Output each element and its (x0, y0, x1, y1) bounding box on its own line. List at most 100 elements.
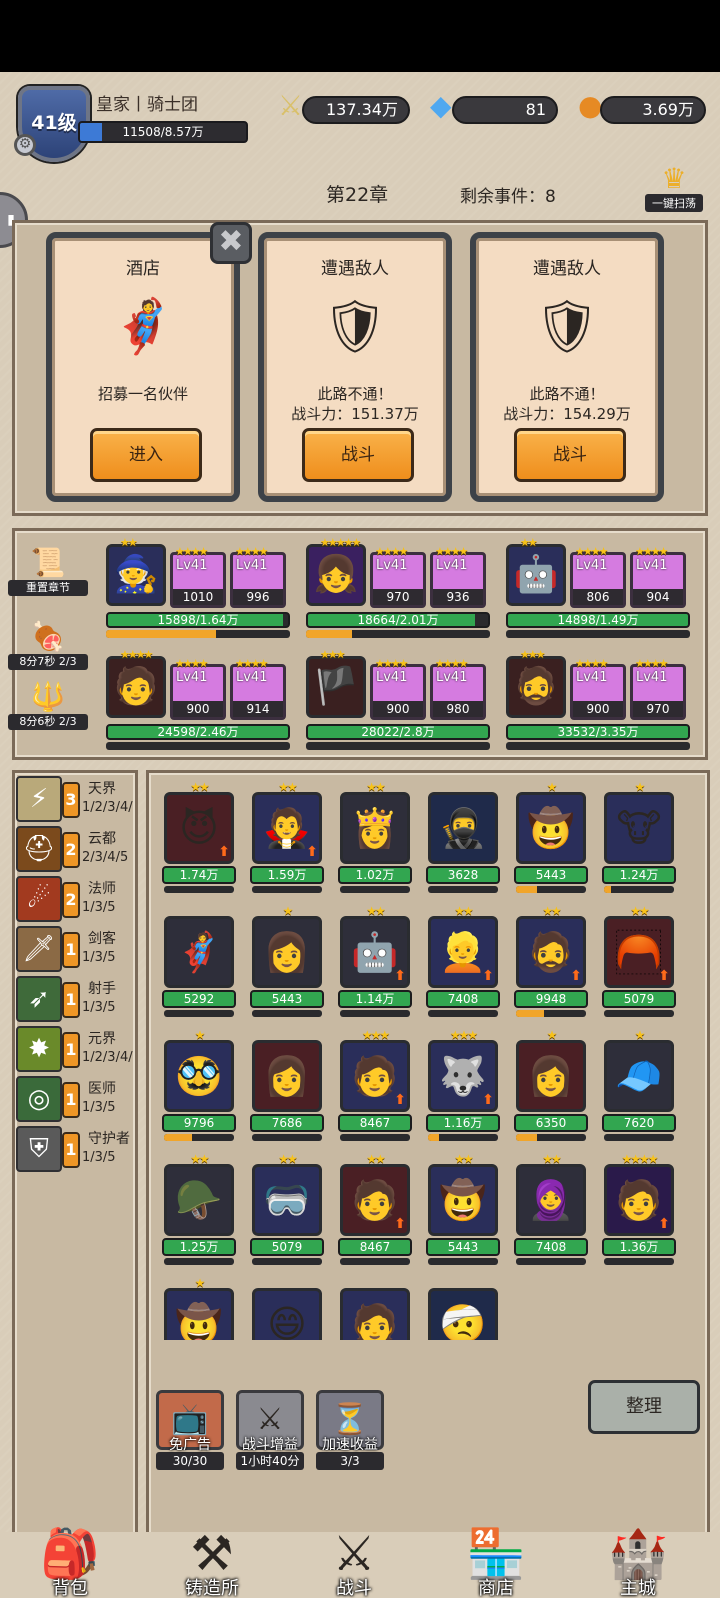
team-member-card[interactable]: 🧙 ★★ ★★★★ Lv41 1010 ★★★★ Lv41 996 15898/1.64万 (106, 536, 290, 648)
hero-portrait[interactable]: 🤠 (164, 1288, 234, 1340)
roster-hero-card[interactable]: 🦰 ★★ ⬆ 5079 (602, 904, 676, 1024)
sweep-button[interactable]: ♛ 一键扫荡 (645, 164, 703, 212)
faction-row[interactable]: ⛑ 2 云都 2/3/4/5 (16, 826, 136, 872)
faction-row[interactable]: ◎ 1 医师 1/3/5 (16, 1076, 136, 1122)
fight-button[interactable]: 战斗 (514, 428, 626, 482)
equipment-slot[interactable]: ★★★★ Lv41 970 (630, 657, 686, 720)
hero-portrait[interactable]: 👸 (340, 792, 410, 864)
nav-backpack[interactable]: 🎒 背包 (20, 1526, 120, 1598)
sidebar-tool[interactable]: 📜 重置章节 (8, 546, 88, 596)
hero-portrait[interactable]: 👩 (252, 1040, 322, 1112)
equipment-slot[interactable]: ★★★★ Lv41 900 (170, 657, 226, 720)
roster-hero-card[interactable]: 👸 ★★ 1.02万 (338, 780, 412, 900)
gem-count[interactable]: 81 (452, 96, 558, 124)
team-member-card[interactable]: 👧 ★★★★★ ★★★★ Lv41 970 ★★★★ Lv41 936 18664/2.01万 (306, 536, 490, 648)
nav-anvil[interactable]: ⚒ 铸造所 (162, 1526, 262, 1598)
team-member-card[interactable]: 🧔 ★★★ ★★★★ Lv41 900 ★★★★ Lv41 970 33532/3.35万 (506, 648, 690, 760)
equipment-slot[interactable]: ★★★★ Lv41 904 (630, 545, 686, 608)
hero-portrait[interactable]: 🧙 (106, 544, 166, 606)
settings-gear-icon[interactable]: ⚙ (14, 134, 36, 156)
enter-button[interactable]: 进入 (90, 428, 202, 482)
hero-portrait[interactable]: 🧑 (106, 656, 166, 718)
hero-portrait[interactable]: 🥸 (164, 1040, 234, 1112)
faction-row[interactable]: ⚡ 3 天界 1/2/3/4/ (16, 776, 136, 822)
roster-hero-card[interactable]: 🧑 ★★ ⬆ 8467 (338, 1152, 412, 1272)
roster-hero-card[interactable]: 👩 ★ 5443 (250, 904, 324, 1024)
roster-hero-card[interactable]: 🧔 ★★ ⬆ 9948 (514, 904, 588, 1024)
roster-hero-card[interactable]: 🧢 ★ 7620 (602, 1028, 676, 1148)
gold-count[interactable]: 3.69万 (600, 96, 706, 124)
sidebar-tool[interactable]: 🍖 8分7秒 2/3 (8, 620, 88, 670)
hero-portrait[interactable]: 🤖 (506, 544, 566, 606)
roster-hero-card[interactable]: 🥷 3628 (426, 782, 500, 900)
roster-hero-card[interactable]: 👩 7686 (250, 1030, 324, 1148)
hero-portrait[interactable]: 🧑 (340, 1288, 410, 1340)
equipment-slot[interactable]: ★★★★ Lv41 936 (430, 545, 486, 608)
roster-hero-card[interactable]: 👱 ★★ ⬆ 7408 (426, 904, 500, 1024)
hero-portrait[interactable]: 🪖 (164, 1164, 234, 1236)
hero-portrait[interactable]: 🐮 (604, 792, 674, 864)
hero-portrait[interactable]: 🤕 (428, 1288, 498, 1340)
roster-hero-card[interactable]: 🥽 ★★ 5079 (250, 1152, 324, 1272)
close-event-icon[interactable]: ✖ (210, 222, 252, 264)
nav-castle[interactable]: 🏰 主城 (588, 1526, 688, 1598)
hero-portrait[interactable]: 🤠 (428, 1164, 498, 1236)
sort-button[interactable]: 整理 (588, 1380, 700, 1434)
team-member-card[interactable]: 🧑 ★★★★ ★★★★ Lv41 900 ★★★★ Lv41 914 24598/2.46万 (106, 648, 290, 760)
equipment-slot[interactable]: ★★★★ Lv41 970 (370, 545, 426, 608)
equipment-slot[interactable]: ★★★★ Lv41 900 (370, 657, 426, 720)
faction-row[interactable]: ➶ 1 射手 1/3/5 (16, 976, 136, 1022)
roster-hero-card[interactable]: 👩 ★ 6350 (514, 1028, 588, 1148)
roster-hero-card[interactable]: 🪖 ★★ 1.25万 (162, 1152, 236, 1272)
boost-item[interactable]: ⚔ 战斗增益 1小时40分 (236, 1390, 304, 1470)
hero-portrait[interactable]: 😄 (252, 1288, 322, 1340)
roster-hero-card[interactable]: 😄 (250, 1278, 324, 1340)
roster-grid[interactable]: 😈 ★★ ⬆ 1.74万 🧛 ★★ ⬆ 1.59万 👸 ★★ 1.02万 🥷 3628 🤠 ★ 5443 🐮 ★ 1… (150, 774, 706, 1340)
roster-hero-card[interactable]: 🤠 ★ (162, 1276, 236, 1340)
nav-shop[interactable]: 🏪 商店 (446, 1526, 546, 1598)
roster-hero-card[interactable]: 🤖 ★★ ⬆ 1.14万 (338, 904, 412, 1024)
roster-hero-card[interactable]: 🥸 ★ 9796 (162, 1028, 236, 1148)
team-member-card[interactable]: 🏴 ★★★ ★★★★ Lv41 900 ★★★★ Lv41 980 28022/2.8万 (306, 648, 490, 760)
roster-hero-card[interactable]: 🦸 5292 (162, 906, 236, 1024)
faction-row[interactable]: ☄ 2 法师 1/3/5 (16, 876, 136, 922)
hero-portrait[interactable]: 🧔 (506, 656, 566, 718)
equipment-slot[interactable]: ★★★★ Lv41 1010 (170, 545, 226, 608)
roster-hero-card[interactable]: 🐺 ★★★ ⬆ 1.16万 (426, 1028, 500, 1148)
hero-portrait[interactable]: 👩 (516, 1040, 586, 1112)
roster-hero-card[interactable]: 🧑 ★★★★ ⬆ 1.36万 (602, 1152, 676, 1272)
roster-hero-card[interactable]: 🤠 ★ 5443 (514, 780, 588, 900)
hero-portrait[interactable]: 🧕 (516, 1164, 586, 1236)
roster-hero-card[interactable]: 🧑 (338, 1278, 412, 1340)
hero-portrait[interactable]: 🦸 (164, 916, 234, 988)
hero-portrait[interactable]: 👧 (306, 544, 366, 606)
nav-crossed-swords[interactable]: ⚔ 战斗 (304, 1526, 404, 1598)
equipment-count: 980 (433, 701, 483, 717)
roster-hero-card[interactable]: 🧑 ★★★ ⬆ 8467 (338, 1028, 412, 1148)
faction-row[interactable]: ✸ 1 元界 1/2/3/4/ (16, 1026, 136, 1072)
equipment-slot[interactable]: ★★★★ Lv41 980 (430, 657, 486, 720)
hero-portrait[interactable]: 🏴 (306, 656, 366, 718)
fight-button[interactable]: 战斗 (302, 428, 414, 482)
roster-hero-card[interactable]: 🧛 ★★ ⬆ 1.59万 (250, 780, 324, 900)
equipment-slot[interactable]: ★★★★ Lv41 806 (570, 545, 626, 608)
boost-item[interactable]: ⏳ 加速收益 3/3 (316, 1390, 384, 1470)
equipment-slot[interactable]: ★★★★ Lv41 914 (230, 657, 286, 720)
roster-hero-card[interactable]: 🐮 ★ 1.24万 (602, 780, 676, 900)
hero-portrait[interactable]: 🧢 (604, 1040, 674, 1112)
team-member-card[interactable]: 🤖 ★★ ★★★★ Lv41 806 ★★★★ Lv41 904 14898/1.49万 (506, 536, 690, 648)
roster-hero-card[interactable]: 😈 ★★ ⬆ 1.74万 (162, 780, 236, 900)
equipment-slot[interactable]: ★★★★ Lv41 900 (570, 657, 626, 720)
roster-hero-card[interactable]: 🤠 ★★ 5443 (426, 1152, 500, 1272)
sidebar-tool[interactable]: 🔱 8分6秒 2/3 (8, 680, 88, 730)
hero-portrait[interactable]: 🤠 (516, 792, 586, 864)
hero-portrait[interactable]: 🥽 (252, 1164, 322, 1236)
faction-row[interactable]: ⛨ 1 守护者 1/3/5 (16, 1126, 136, 1172)
roster-hero-card[interactable]: 🤕 (426, 1278, 500, 1340)
equipment-slot[interactable]: ★★★★ Lv41 996 (230, 545, 286, 608)
roster-hero-card[interactable]: 🧕 ★★ 7408 (514, 1152, 588, 1272)
faction-row[interactable]: 🗡 1 剑客 1/3/5 (16, 926, 136, 972)
hero-portrait[interactable]: 👩 (252, 916, 322, 988)
boost-item[interactable]: 📺 免广告 30/30 (156, 1390, 224, 1470)
hero-portrait[interactable]: 🥷 (428, 792, 498, 864)
